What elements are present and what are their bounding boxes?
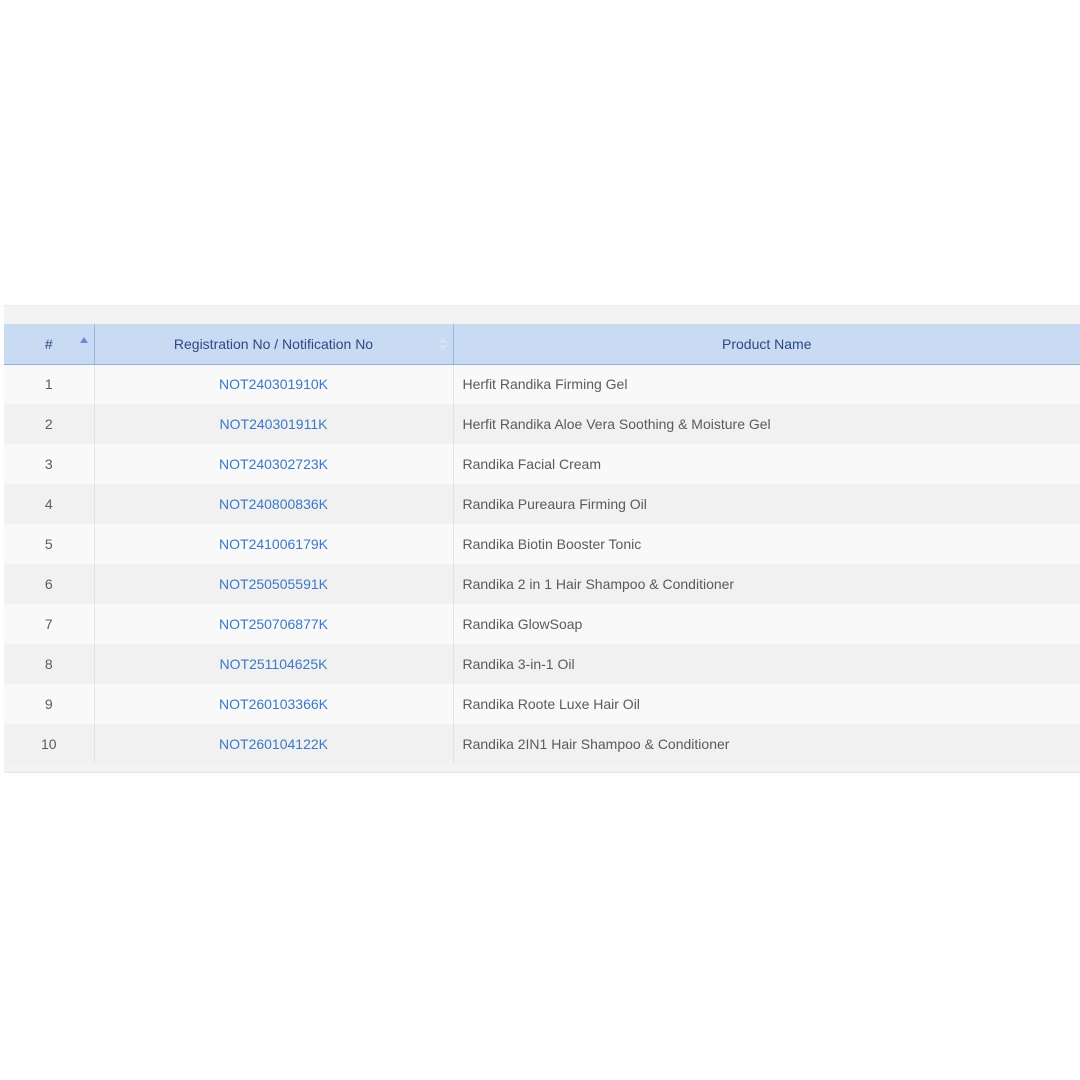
table-row: 2 NOT240301911K Herfit Randika Aloe Vera… <box>4 404 1080 444</box>
row-number: 1 <box>4 364 95 404</box>
row-number: 8 <box>4 644 95 684</box>
table-row: 10 NOT260104122K Randika 2IN1 Hair Shamp… <box>4 724 1080 764</box>
row-number: 4 <box>4 484 95 524</box>
registration-link[interactable]: NOT250505591K <box>219 576 328 592</box>
registration-link[interactable]: NOT260103366K <box>219 696 328 712</box>
registration-cell: NOT240302723K <box>94 444 454 484</box>
product-name: Randika 2 in 1 Hair Shampoo & Conditione… <box>453 564 1080 604</box>
row-number: 6 <box>4 564 95 604</box>
product-name: Randika Biotin Booster Tonic <box>453 524 1080 564</box>
registration-link[interactable]: NOT250706877K <box>219 616 328 632</box>
registration-cell: NOT240301911K <box>94 404 454 444</box>
table-row: 6 NOT250505591K Randika 2 in 1 Hair Sham… <box>4 564 1080 604</box>
registration-link[interactable]: NOT240301911K <box>220 416 328 432</box>
table-header: # Registration No / Notification No Prod… <box>4 324 1080 365</box>
row-number: 5 <box>4 524 95 564</box>
table-body: 1 NOT240301910K Herfit Randika Firming G… <box>4 364 1080 764</box>
product-name: Randika GlowSoap <box>453 604 1080 644</box>
product-name: Herfit Randika Firming Gel <box>453 364 1080 404</box>
table-row: 8 NOT251104625K Randika 3-in-1 Oil <box>4 644 1080 684</box>
row-number: 9 <box>4 684 95 724</box>
registration-cell: NOT260103366K <box>94 684 454 724</box>
column-header-number-label: # <box>44 335 53 352</box>
sort-ascending-icon[interactable] <box>79 337 88 351</box>
product-name: Randika 2IN1 Hair Shampoo & Conditioner <box>453 724 1080 764</box>
product-table-container: # Registration No / Notification No Prod… <box>4 305 1080 773</box>
table-row: 3 NOT240302723K Randika Facial Cream <box>4 444 1080 484</box>
product-name: Randika 3-in-1 Oil <box>453 644 1080 684</box>
product-name: Randika Roote Luxe Hair Oil <box>453 684 1080 724</box>
product-table: # Registration No / Notification No Prod… <box>4 324 1080 764</box>
row-number: 10 <box>4 724 95 764</box>
registration-link[interactable]: NOT240301910K <box>219 376 328 392</box>
column-header-registration-no-label: Registration No / Notification No <box>173 335 374 352</box>
row-number: 3 <box>4 444 95 484</box>
table-row: 7 NOT250706877K Randika GlowSoap <box>4 604 1080 644</box>
registration-cell: NOT241006179K <box>94 524 454 564</box>
table-row: 5 NOT241006179K Randika Biotin Booster T… <box>4 524 1080 564</box>
registration-link[interactable]: NOT251104625K <box>220 656 328 672</box>
registration-link[interactable]: NOT240800836K <box>219 496 328 512</box>
registration-cell: NOT250706877K <box>94 604 454 644</box>
table-row: 4 NOT240800836K Randika Pureaura Firming… <box>4 484 1080 524</box>
registration-cell: NOT240301910K <box>94 364 454 404</box>
column-header-registration-no[interactable]: Registration No / Notification No <box>94 324 454 365</box>
product-name: Randika Facial Cream <box>453 444 1080 484</box>
registration-cell: NOT260104122K <box>94 724 454 764</box>
header-row: # Registration No / Notification No Prod… <box>4 324 1080 365</box>
registration-link[interactable]: NOT240302723K <box>219 456 328 472</box>
product-name: Herfit Randika Aloe Vera Soothing & Mois… <box>453 404 1080 444</box>
registration-cell: NOT240800836K <box>94 484 454 524</box>
row-number: 2 <box>4 404 95 444</box>
registration-link[interactable]: NOT241006179K <box>219 536 328 552</box>
registration-link[interactable]: NOT260104122K <box>219 736 328 752</box>
product-name: Randika Pureaura Firming Oil <box>453 484 1080 524</box>
column-header-product-name-label: Product Name <box>722 335 812 352</box>
table-row: 1 NOT240301910K Herfit Randika Firming G… <box>4 364 1080 404</box>
column-header-number[interactable]: # <box>4 324 95 365</box>
registration-cell: NOT251104625K <box>94 644 454 684</box>
row-number: 7 <box>4 604 95 644</box>
sort-both-icon[interactable] <box>438 336 447 351</box>
registration-cell: NOT250505591K <box>94 564 454 604</box>
column-header-product-name[interactable]: Product Name <box>453 324 1080 365</box>
table-row: 9 NOT260103366K Randika Roote Luxe Hair … <box>4 684 1080 724</box>
